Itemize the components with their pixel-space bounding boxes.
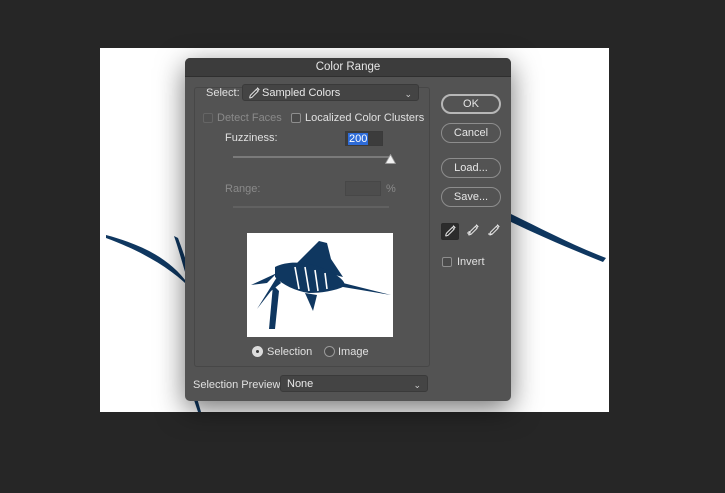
options-group: Select: Sampled Colors ⌄ Detect Faces Lo… — [194, 84, 430, 367]
localized-clusters-checkbox[interactable] — [291, 113, 301, 123]
detect-faces-label: Detect Faces — [217, 112, 282, 124]
range-label: Range: — [225, 183, 261, 195]
eyedropper-minus-tool[interactable] — [485, 223, 503, 240]
range-unit: % — [386, 183, 396, 195]
radio-image-label: Image — [338, 346, 369, 358]
fuzziness-value: 200 — [348, 133, 369, 145]
fuzziness-input[interactable]: 200 — [345, 131, 383, 146]
range-input[interactable] — [345, 181, 381, 196]
range-slider-track[interactable] — [233, 206, 389, 208]
selection-preview-value: None — [287, 378, 314, 390]
eyedropper-icon — [445, 225, 456, 237]
fuzziness-slider-track[interactable] — [233, 156, 389, 158]
select-label: Select: — [206, 87, 240, 99]
color-range-dialog: Color Range Select: Sampled Colors ⌄ Det… — [185, 58, 511, 401]
dialog-title: Color Range — [185, 58, 511, 77]
select-value: Sampled Colors — [262, 87, 341, 99]
load-button[interactable]: Load... — [441, 158, 501, 178]
selection-preview-label: Selection Preview: — [193, 379, 284, 391]
selection-preview-thumbnail — [247, 233, 393, 337]
eyedropper-minus-icon — [488, 224, 500, 236]
radio-selection[interactable] — [252, 346, 263, 357]
fuzziness-label: Fuzziness: — [225, 132, 278, 144]
chevron-down-icon: ⌄ — [413, 380, 421, 390]
eyedropper-tool[interactable] — [441, 223, 459, 240]
detect-faces-checkbox[interactable] — [203, 113, 213, 123]
eyedropper-icon — [248, 87, 260, 105]
invert-label: Invert — [457, 256, 485, 268]
invert-checkbox[interactable] — [442, 257, 452, 267]
localized-clusters-label: Localized Color Clusters — [305, 112, 425, 124]
select-dropdown[interactable]: Sampled Colors ⌄ — [242, 84, 419, 101]
fuzziness-slider-handle[interactable] — [384, 151, 397, 169]
cancel-button[interactable]: Cancel — [441, 123, 501, 143]
marlin-thumbnail — [251, 241, 391, 329]
selection-preview-dropdown[interactable]: None ⌄ — [280, 375, 428, 392]
radio-selection-label: Selection — [267, 346, 313, 358]
radio-image[interactable] — [324, 346, 335, 357]
chevron-down-icon: ⌄ — [404, 89, 412, 99]
save-button[interactable]: Save... — [441, 187, 501, 207]
eyedropper-plus-tool[interactable] — [464, 223, 482, 240]
ok-button[interactable]: OK — [441, 94, 501, 114]
eyedropper-plus-icon — [467, 224, 479, 236]
